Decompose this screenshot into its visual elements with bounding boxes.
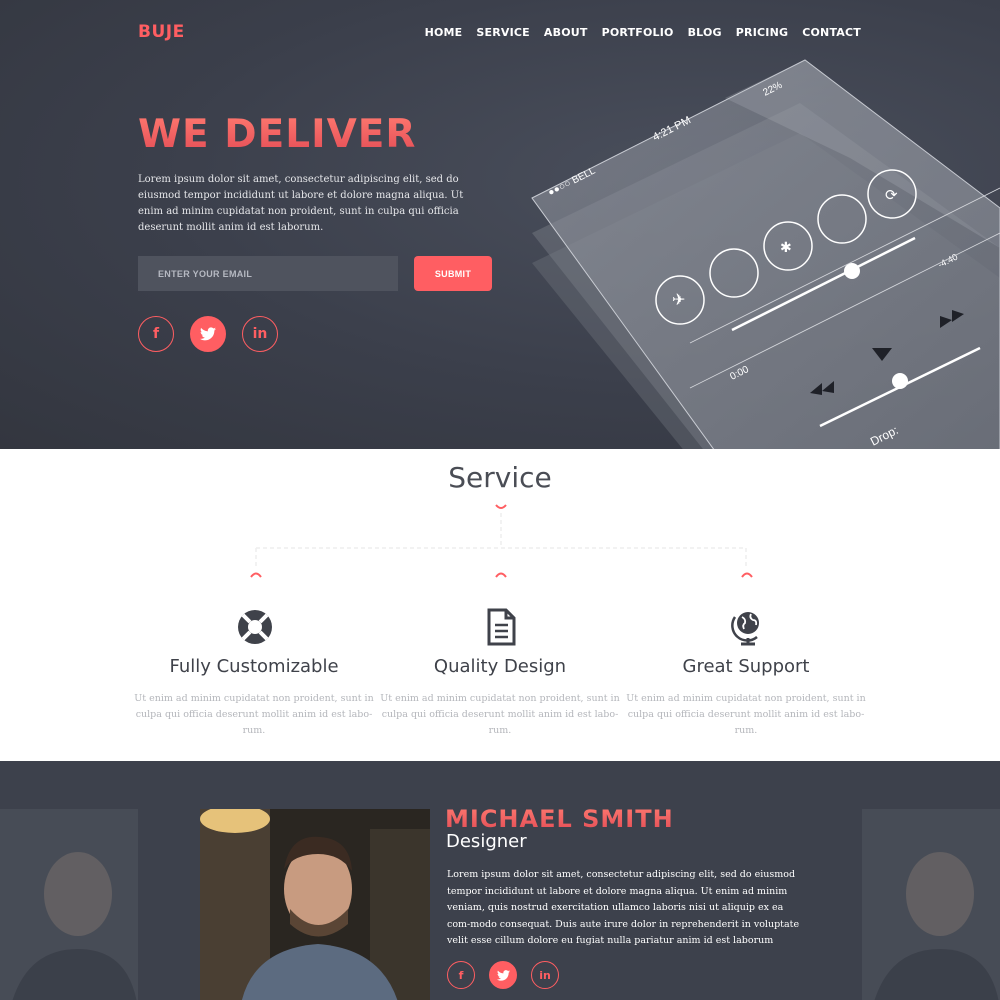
nav-about[interactable]: ABOUT <box>544 26 588 39</box>
profile-bio: Lorem ipsum dolor sit amet, consectetur … <box>447 869 800 946</box>
service-item-quality: Quality Design Ut enim ad minim cupidata… <box>380 656 620 739</box>
profile-photo <box>200 809 430 1000</box>
email-input[interactable] <box>138 256 398 291</box>
next-profile-photo[interactable] <box>862 809 1000 1000</box>
nav-portfolio[interactable]: PORTFOLIO <box>602 26 674 39</box>
airplane-icon: ✈ <box>672 290 685 309</box>
submit-button[interactable]: SUBMIT <box>414 256 492 291</box>
service-item-title: Quality Design <box>433 656 567 677</box>
service-item-title: Great Support <box>682 656 810 677</box>
profile-role: Designer <box>446 831 527 852</box>
service-connectors <box>250 504 753 578</box>
nav-home[interactable]: HOME <box>425 26 463 39</box>
linkedin-icon[interactable]: in <box>531 961 559 989</box>
twitter-icon[interactable] <box>489 961 517 989</box>
facebook-icon[interactable]: f <box>447 961 475 989</box>
hero-social-links: f in <box>138 316 294 352</box>
nav-blog[interactable]: BLOG <box>688 26 722 39</box>
phone-mockup: ●●○○ BELL 4:21 PM 22% ✈ ✱ ⟳ 0:00 -4:40 D… <box>531 59 1000 449</box>
logo[interactable]: BUJE <box>138 22 185 42</box>
twitter-icon[interactable] <box>190 316 226 352</box>
prev-profile-photo[interactable] <box>0 809 138 1000</box>
service-item-text: Ut enim ad minim cupidatat non proident,… <box>626 693 866 736</box>
main-nav: HOME SERVICE ABOUT PORTFOLIO BLOG PRICIN… <box>425 26 861 39</box>
document-icon <box>487 608 516 646</box>
service-item-text: Ut enim ad minim cupidatat non proident,… <box>134 693 374 736</box>
bluetooth-icon: ✱ <box>780 240 792 256</box>
nav-contact[interactable]: CONTACT <box>802 26 861 39</box>
hero-section: BUJE HOME SERVICE ABOUT PORTFOLIO BLOG P… <box>0 0 1000 449</box>
service-section: Service Fully Customizable Ut enim ad mi… <box>0 449 1000 761</box>
service-item-support: Great Support Ut enim ad minim cupidatat… <box>626 656 866 739</box>
linkedin-icon[interactable]: in <box>242 316 278 352</box>
facebook-icon[interactable]: f <box>138 316 174 352</box>
profile-name: MICHAEL SMITH <box>445 805 674 833</box>
service-item-customizable: Fully Customizable Ut enim ad minim cupi… <box>134 656 374 739</box>
service-item-title: Fully Customizable <box>169 656 339 677</box>
hero-title: WE DELIVER <box>138 112 417 157</box>
nav-service[interactable]: SERVICE <box>476 26 530 39</box>
rotation-lock-icon: ⟳ <box>885 186 898 204</box>
team-section: MICHAEL SMITH Designer Lorem ipsum dolor… <box>0 761 1000 1000</box>
service-item-text: Ut enim ad minim cupidatat non proident,… <box>380 693 620 736</box>
nav-pricing[interactable]: PRICING <box>736 26 788 39</box>
profile-social-links: f in <box>447 961 573 989</box>
lifebuoy-icon <box>238 610 272 644</box>
hero-description: Lorem ipsum dolor sit amet, consectetur … <box>138 174 464 233</box>
globe-icon <box>731 612 759 646</box>
